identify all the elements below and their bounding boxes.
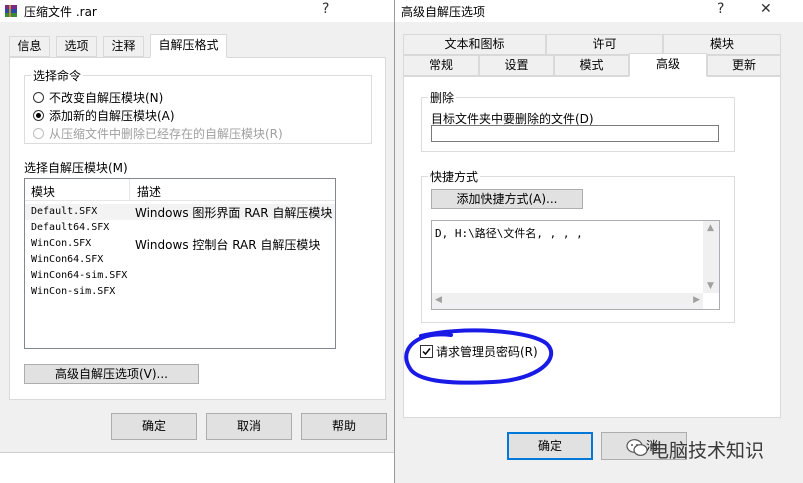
- module-list-label: 选择自解压模块(M): [24, 161, 128, 175]
- left-help-button[interactable]: 帮助: [301, 413, 387, 440]
- tab-update[interactable]: 更新: [707, 55, 781, 76]
- tab-module[interactable]: 模块: [663, 34, 781, 55]
- table-row[interactable]: Default64.SFX: [25, 220, 335, 236]
- column-header-module[interactable]: 模块: [31, 183, 55, 200]
- radio-keep-module[interactable]: [33, 92, 44, 103]
- wechat-icon: [626, 438, 648, 458]
- tab-sfx[interactable]: 自解压格式: [150, 34, 227, 58]
- right-dialog-title: 高级自解压选项: [401, 5, 486, 19]
- tab-comment[interactable]: 注释: [103, 36, 144, 57]
- tab-license[interactable]: 许可: [546, 34, 663, 55]
- highlight-circle-annotation: [404, 328, 554, 385]
- radio-add-module-label[interactable]: 添加新的自解压模块(A): [49, 107, 175, 124]
- delete-files-input[interactable]: [431, 125, 719, 142]
- tab-mode[interactable]: 模式: [554, 55, 629, 76]
- delete-group-label: 删除: [428, 89, 457, 106]
- radio-keep-module-label[interactable]: 不改变自解压模块(N): [49, 89, 163, 106]
- right-title-bar: 高级自解压选项 ? ✕: [395, 0, 803, 22]
- scroll-left-icon[interactable]: ◀: [435, 295, 442, 305]
- tab-setup-label: 设置: [504, 58, 529, 72]
- tab-sfx-label: 自解压格式: [158, 38, 219, 52]
- left-ok-button[interactable]: 确定: [111, 413, 197, 440]
- module-name: Default.SFX: [31, 206, 98, 217]
- winrar-icon: [4, 4, 18, 18]
- tab-license-label: 许可: [592, 37, 617, 51]
- table-row[interactable]: WinCon-sim.SFX: [25, 284, 335, 300]
- radio-add-module[interactable]: [33, 110, 44, 121]
- tab-general-label: 常规: [428, 58, 453, 72]
- advanced-sfx-options-button[interactable]: 高级自解压选项(V)...: [24, 364, 199, 384]
- right-close-icon[interactable]: ✕: [760, 1, 772, 17]
- tab-advanced[interactable]: 高级: [629, 53, 707, 77]
- tab-advanced-label: 高级: [655, 57, 680, 71]
- select-command-label: 选择命令: [31, 67, 84, 84]
- shortcut-group-label: 快捷方式: [428, 168, 481, 185]
- shortcut-textarea[interactable]: D, H:\路径\文件名, , , , ▲ ▼ ◀ ▶: [431, 220, 720, 310]
- module-name: WinCon.SFX: [31, 238, 92, 249]
- left-help-icon[interactable]: ?: [322, 1, 329, 17]
- radio-remove-module: [33, 128, 44, 139]
- column-header-desc[interactable]: 描述: [137, 183, 161, 200]
- tab-options-label: 选项: [64, 39, 89, 53]
- horizontal-scrollbar[interactable]: ◀ ▶: [432, 293, 703, 309]
- table-row[interactable]: Default.SFX Windows 图形界面 RAR 自解压模块: [25, 204, 335, 220]
- tab-options[interactable]: 选项: [56, 36, 97, 57]
- module-name: Default64.SFX: [31, 222, 110, 233]
- left-dialog-title: 压缩文件 .rar: [24, 5, 97, 19]
- tab-general[interactable]: 常规: [403, 55, 479, 76]
- radio-remove-module-label: 从压缩文件中删除已经存在的自解压模块(R): [49, 127, 283, 141]
- right-help-icon[interactable]: ?: [717, 1, 724, 17]
- table-row[interactable]: WinCon64-sim.SFX: [25, 268, 335, 284]
- module-desc: Windows 图形界面 RAR 自解压模块: [135, 206, 333, 220]
- watermark-text: 电脑技术知识: [650, 440, 765, 462]
- tab-info[interactable]: 信息: [9, 36, 50, 57]
- left-dialog: 压缩文件 .rar ? 信息 选项 注释 自解压格式 选择命令 不改变自解压模块…: [0, 0, 396, 453]
- scroll-up-icon[interactable]: ▲: [707, 223, 714, 233]
- module-desc: Windows 控制台 RAR 自解压模块: [135, 238, 321, 252]
- module-list[interactable]: 模块 描述 Default.SFX Windows 图形界面 RAR 自解压模块…: [24, 178, 336, 349]
- tab-module-label: 模块: [709, 37, 734, 51]
- tab-text-icon-label: 文本和图标: [444, 37, 505, 51]
- tab-update-label: 更新: [731, 58, 756, 72]
- right-ok-button[interactable]: 确定: [507, 432, 593, 460]
- left-cancel-button[interactable]: 取消: [206, 413, 292, 440]
- tab-comment-label: 注释: [111, 39, 136, 53]
- right-dialog: 高级自解压选项 ? ✕ 文本和图标 许可 模块 常规 设置 模式 高级 更新 删…: [394, 0, 803, 483]
- vertical-scrollbar[interactable]: ▲ ▼: [703, 221, 719, 293]
- tab-info-label: 信息: [17, 39, 42, 53]
- module-list-header: 模块 描述: [25, 179, 335, 201]
- module-name: WinCon-sim.SFX: [31, 286, 116, 297]
- left-title-bar: 压缩文件 .rar ?: [0, 0, 395, 22]
- module-name: WinCon64-sim.SFX: [31, 270, 128, 281]
- module-name: WinCon64.SFX: [31, 254, 104, 265]
- tab-mode-label: 模式: [579, 58, 604, 72]
- scroll-right-icon[interactable]: ▶: [693, 295, 700, 305]
- tab-setup[interactable]: 设置: [479, 55, 554, 76]
- column-divider[interactable]: [129, 179, 130, 200]
- table-row[interactable]: WinCon64.SFX: [25, 252, 335, 268]
- add-shortcut-button[interactable]: 添加快捷方式(A)...: [431, 189, 583, 209]
- scroll-down-icon[interactable]: ▼: [707, 281, 714, 291]
- table-row[interactable]: WinCon.SFX Windows 控制台 RAR 自解压模块: [25, 236, 335, 252]
- radio-selected-dot: [36, 113, 41, 118]
- tab-text-icon[interactable]: 文本和图标: [403, 34, 546, 55]
- shortcut-text: D, H:\路径\文件名, , , ,: [435, 227, 583, 240]
